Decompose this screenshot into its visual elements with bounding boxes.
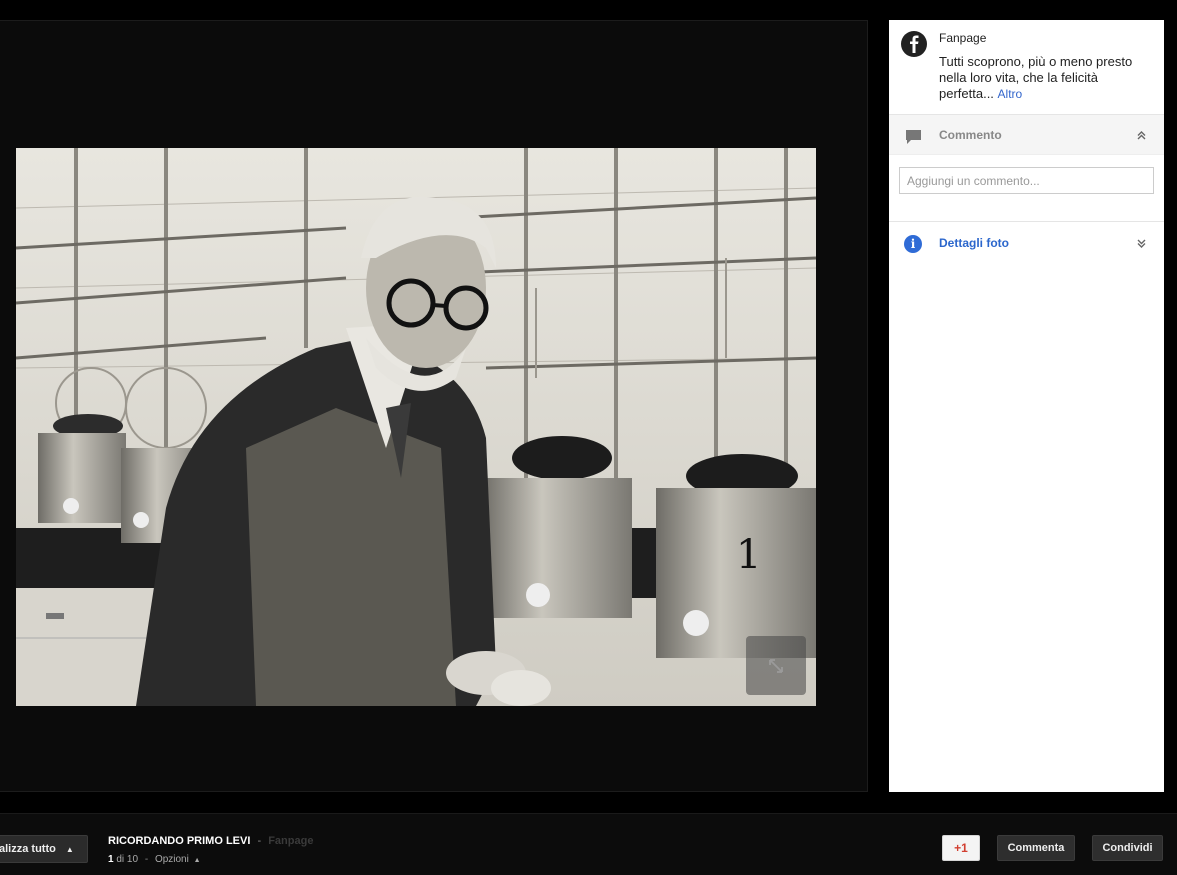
bottom-bar: alizza tutto ▲ RICORDANDO PRIMO LEVI - F… [0, 813, 1177, 875]
svg-text:1: 1 [736, 532, 761, 578]
current-index: 1 [108, 854, 114, 865]
facebook-icon[interactable] [901, 31, 927, 57]
options-menu[interactable]: Opzioni ▲ [155, 854, 201, 865]
comment-section-title: Commento [939, 127, 1002, 142]
view-all-label: alizza tutto [0, 843, 56, 855]
fullscreen-icon [769, 658, 783, 673]
album-title[interactable]: RICORDANDO PRIMO LEVI [108, 835, 250, 847]
photo-counter: 1 di 10 - Opzioni ▲ [108, 854, 201, 865]
info-panel: Fanpage Tutti scoprono, più o meno prest… [889, 20, 1164, 792]
comment-input-wrap [889, 155, 1164, 222]
facebook-f-glyph [910, 35, 919, 53]
more-link[interactable]: Altro [998, 87, 1023, 101]
fullscreen-button[interactable] [746, 636, 806, 695]
post-text-body: Tutti scoprono, più o meno presto nella … [939, 54, 1133, 101]
expand-chevron-icon[interactable] [1137, 239, 1146, 248]
comment-section-header[interactable]: Commento [889, 115, 1164, 155]
album-title-line: RICORDANDO PRIMO LEVI - Fanpage [108, 835, 313, 847]
post-author[interactable]: Fanpage [939, 31, 1150, 45]
view-all-button[interactable]: alizza tutto ▲ [0, 835, 88, 863]
options-label: Opzioni [154, 854, 189, 865]
photo-details-title[interactable]: Dettagli foto [939, 236, 1009, 250]
comment-button[interactable]: Commenta [997, 835, 1075, 861]
photo-details-header[interactable]: i Dettagli foto [889, 222, 1164, 264]
caret-up-icon: ▲ [193, 857, 201, 864]
comment-input[interactable] [899, 167, 1154, 194]
photo[interactable]: 1 [16, 148, 816, 706]
caret-up-icon: ▲ [65, 844, 74, 854]
title-separator: - [257, 835, 262, 847]
counter-separator: - [144, 854, 149, 865]
comment-icon [906, 130, 921, 144]
info-icon: i [904, 235, 922, 253]
collapse-chevron-icon[interactable] [1137, 131, 1146, 140]
plusone-button[interactable]: +1 [942, 835, 980, 861]
photo-image: 1 [16, 148, 816, 706]
album-owner[interactable]: Fanpage [268, 835, 313, 847]
share-button[interactable]: Condividi [1092, 835, 1163, 861]
post-header: Fanpage Tutti scoprono, più o meno prest… [889, 20, 1164, 115]
of-total: di 10 [116, 854, 139, 865]
photo-stage: 1 [0, 20, 868, 792]
post-text: Tutti scoprono, più o meno presto nella … [939, 54, 1150, 102]
